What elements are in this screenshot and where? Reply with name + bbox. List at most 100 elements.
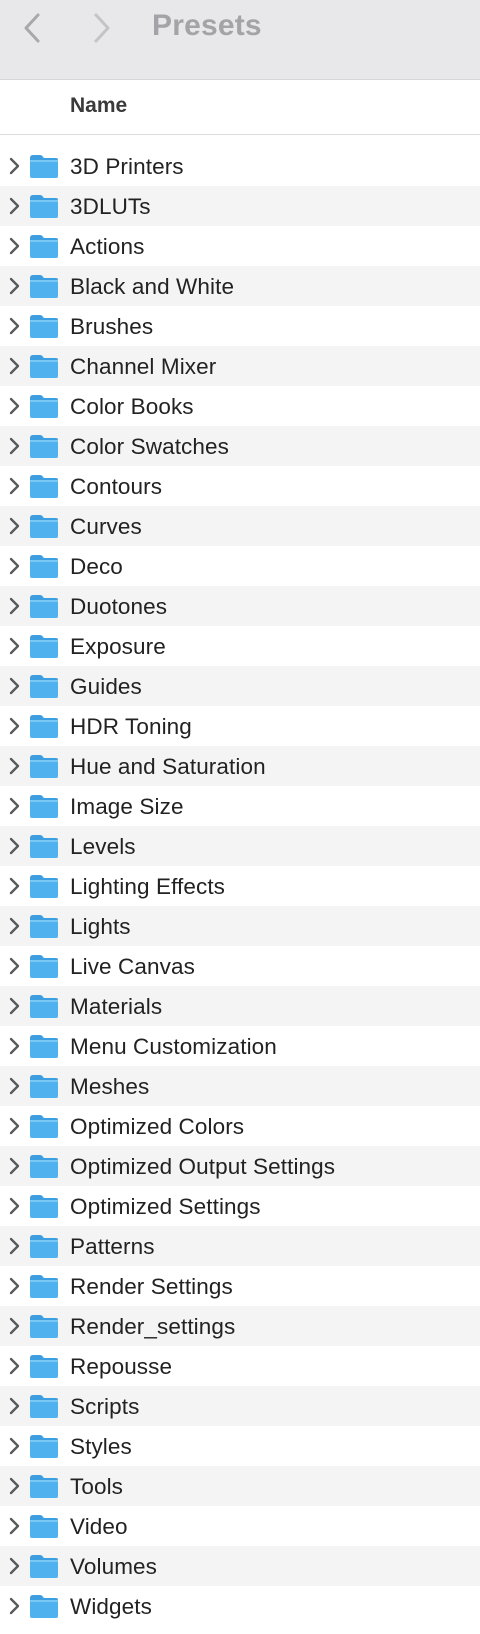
list-item[interactable]: Materials [0, 986, 480, 1026]
disclosure-triangle[interactable] [7, 1386, 23, 1426]
disclosure-triangle[interactable] [7, 386, 23, 426]
list-item[interactable]: Hue and Saturation [0, 746, 480, 786]
folder-icon [28, 1592, 60, 1620]
disclosure-triangle[interactable] [7, 786, 23, 826]
list-item[interactable]: Optimized Colors [0, 1106, 480, 1146]
list-item-label: Optimized Output Settings [70, 1154, 336, 1179]
list-item[interactable]: Color Books [0, 386, 480, 426]
name-column-header[interactable]: Name [70, 94, 127, 118]
disclosure-triangle[interactable] [7, 346, 23, 386]
list-item-label: Contours [70, 474, 163, 499]
list-item[interactable]: Actions [0, 226, 480, 266]
list-item[interactable]: Scripts [0, 1386, 480, 1426]
disclosure-triangle[interactable] [7, 546, 23, 586]
chevron-right-icon [9, 917, 20, 935]
chevron-right-icon [9, 1197, 20, 1215]
list-item[interactable]: Deco [0, 546, 480, 586]
disclosure-triangle[interactable] [7, 1466, 23, 1506]
list-item[interactable]: Menu Customization [0, 1026, 480, 1066]
list-item[interactable]: Lights [0, 906, 480, 946]
list-item[interactable]: Optimized Settings [0, 1186, 480, 1226]
list-item[interactable]: Tools [0, 1466, 480, 1506]
list-item[interactable]: Color Swatches [0, 426, 480, 466]
disclosure-triangle[interactable] [7, 1066, 23, 1106]
chevron-right-icon [9, 677, 20, 695]
list-item[interactable]: Patterns [0, 1226, 480, 1266]
disclosure-triangle[interactable] [7, 1546, 23, 1586]
list-item[interactable]: Brushes [0, 306, 480, 346]
chevron-right-icon [9, 1597, 20, 1615]
list-item-label: Brushes [70, 314, 154, 339]
chevron-right-icon [9, 837, 20, 855]
folder-icon [28, 632, 60, 660]
disclosure-triangle[interactable] [7, 1146, 23, 1186]
disclosure-triangle[interactable] [7, 226, 23, 266]
list-item[interactable]: Black and White [0, 266, 480, 306]
disclosure-triangle[interactable] [7, 1186, 23, 1226]
disclosure-triangle[interactable] [7, 466, 23, 506]
disclosure-triangle[interactable] [7, 506, 23, 546]
disclosure-triangle[interactable] [7, 1226, 23, 1266]
list-item-label: Volumes [70, 1554, 157, 1579]
folder-icon [28, 592, 60, 620]
back-button[interactable] [14, 8, 50, 48]
chevron-right-icon [9, 437, 20, 455]
list-item[interactable]: Contours [0, 466, 480, 506]
list-item[interactable]: HDR Toning [0, 706, 480, 746]
list-item[interactable]: Channel Mixer [0, 346, 480, 386]
list-item[interactable]: Render_settings [0, 1306, 480, 1346]
disclosure-triangle[interactable] [7, 1306, 23, 1346]
forward-button[interactable] [84, 8, 120, 48]
list-item[interactable]: Styles [0, 1426, 480, 1466]
list-item-label: Scripts [70, 1394, 140, 1419]
list-item[interactable]: Exposure [0, 626, 480, 666]
list-item-label: Meshes [70, 1074, 150, 1099]
list-item[interactable]: Curves [0, 506, 480, 546]
disclosure-triangle[interactable] [7, 426, 23, 466]
list-item[interactable]: Meshes [0, 1066, 480, 1106]
list-item[interactable]: Guides [0, 666, 480, 706]
disclosure-triangle[interactable] [7, 1106, 23, 1146]
list-item[interactable]: Image Size [0, 786, 480, 826]
list-item[interactable]: Widgets [0, 1586, 480, 1626]
list-item[interactable]: Repousse [0, 1346, 480, 1386]
folder-icon [28, 672, 60, 700]
chevron-right-icon [9, 997, 20, 1015]
list-item-label: Optimized Colors [70, 1114, 245, 1139]
disclosure-triangle[interactable] [7, 586, 23, 626]
list-item[interactable]: Video [0, 1506, 480, 1546]
list-item[interactable]: Live Canvas [0, 946, 480, 986]
disclosure-triangle[interactable] [7, 906, 23, 946]
disclosure-triangle[interactable] [7, 1266, 23, 1306]
toolbar: Presets [0, 0, 480, 80]
disclosure-triangle[interactable] [7, 866, 23, 906]
list-item[interactable]: Render Settings [0, 1266, 480, 1306]
disclosure-triangle[interactable] [7, 746, 23, 786]
disclosure-triangle[interactable] [7, 186, 23, 226]
chevron-right-icon [9, 1157, 20, 1175]
disclosure-triangle[interactable] [7, 1426, 23, 1466]
disclosure-triangle[interactable] [7, 1506, 23, 1546]
list-item[interactable]: Levels [0, 826, 480, 866]
disclosure-triangle[interactable] [7, 706, 23, 746]
disclosure-triangle[interactable] [7, 266, 23, 306]
disclosure-triangle[interactable] [7, 946, 23, 986]
disclosure-triangle[interactable] [7, 986, 23, 1026]
disclosure-triangle[interactable] [7, 626, 23, 666]
disclosure-triangle[interactable] [7, 146, 23, 186]
disclosure-triangle[interactable] [7, 1026, 23, 1066]
chevron-right-icon [9, 157, 20, 175]
chevron-right-icon [9, 277, 20, 295]
disclosure-triangle[interactable] [7, 1346, 23, 1386]
list-item[interactable]: Lighting Effects [0, 866, 480, 906]
disclosure-triangle[interactable] [7, 666, 23, 706]
chevron-right-icon [9, 1437, 20, 1455]
disclosure-triangle[interactable] [7, 1586, 23, 1626]
list-item[interactable]: Volumes [0, 1546, 480, 1586]
list-item[interactable]: Optimized Output Settings [0, 1146, 480, 1186]
list-item[interactable]: 3D Printers [0, 146, 480, 186]
disclosure-triangle[interactable] [7, 306, 23, 346]
list-item[interactable]: 3DLUTs [0, 186, 480, 226]
list-item[interactable]: Duotones [0, 586, 480, 626]
disclosure-triangle[interactable] [7, 826, 23, 866]
